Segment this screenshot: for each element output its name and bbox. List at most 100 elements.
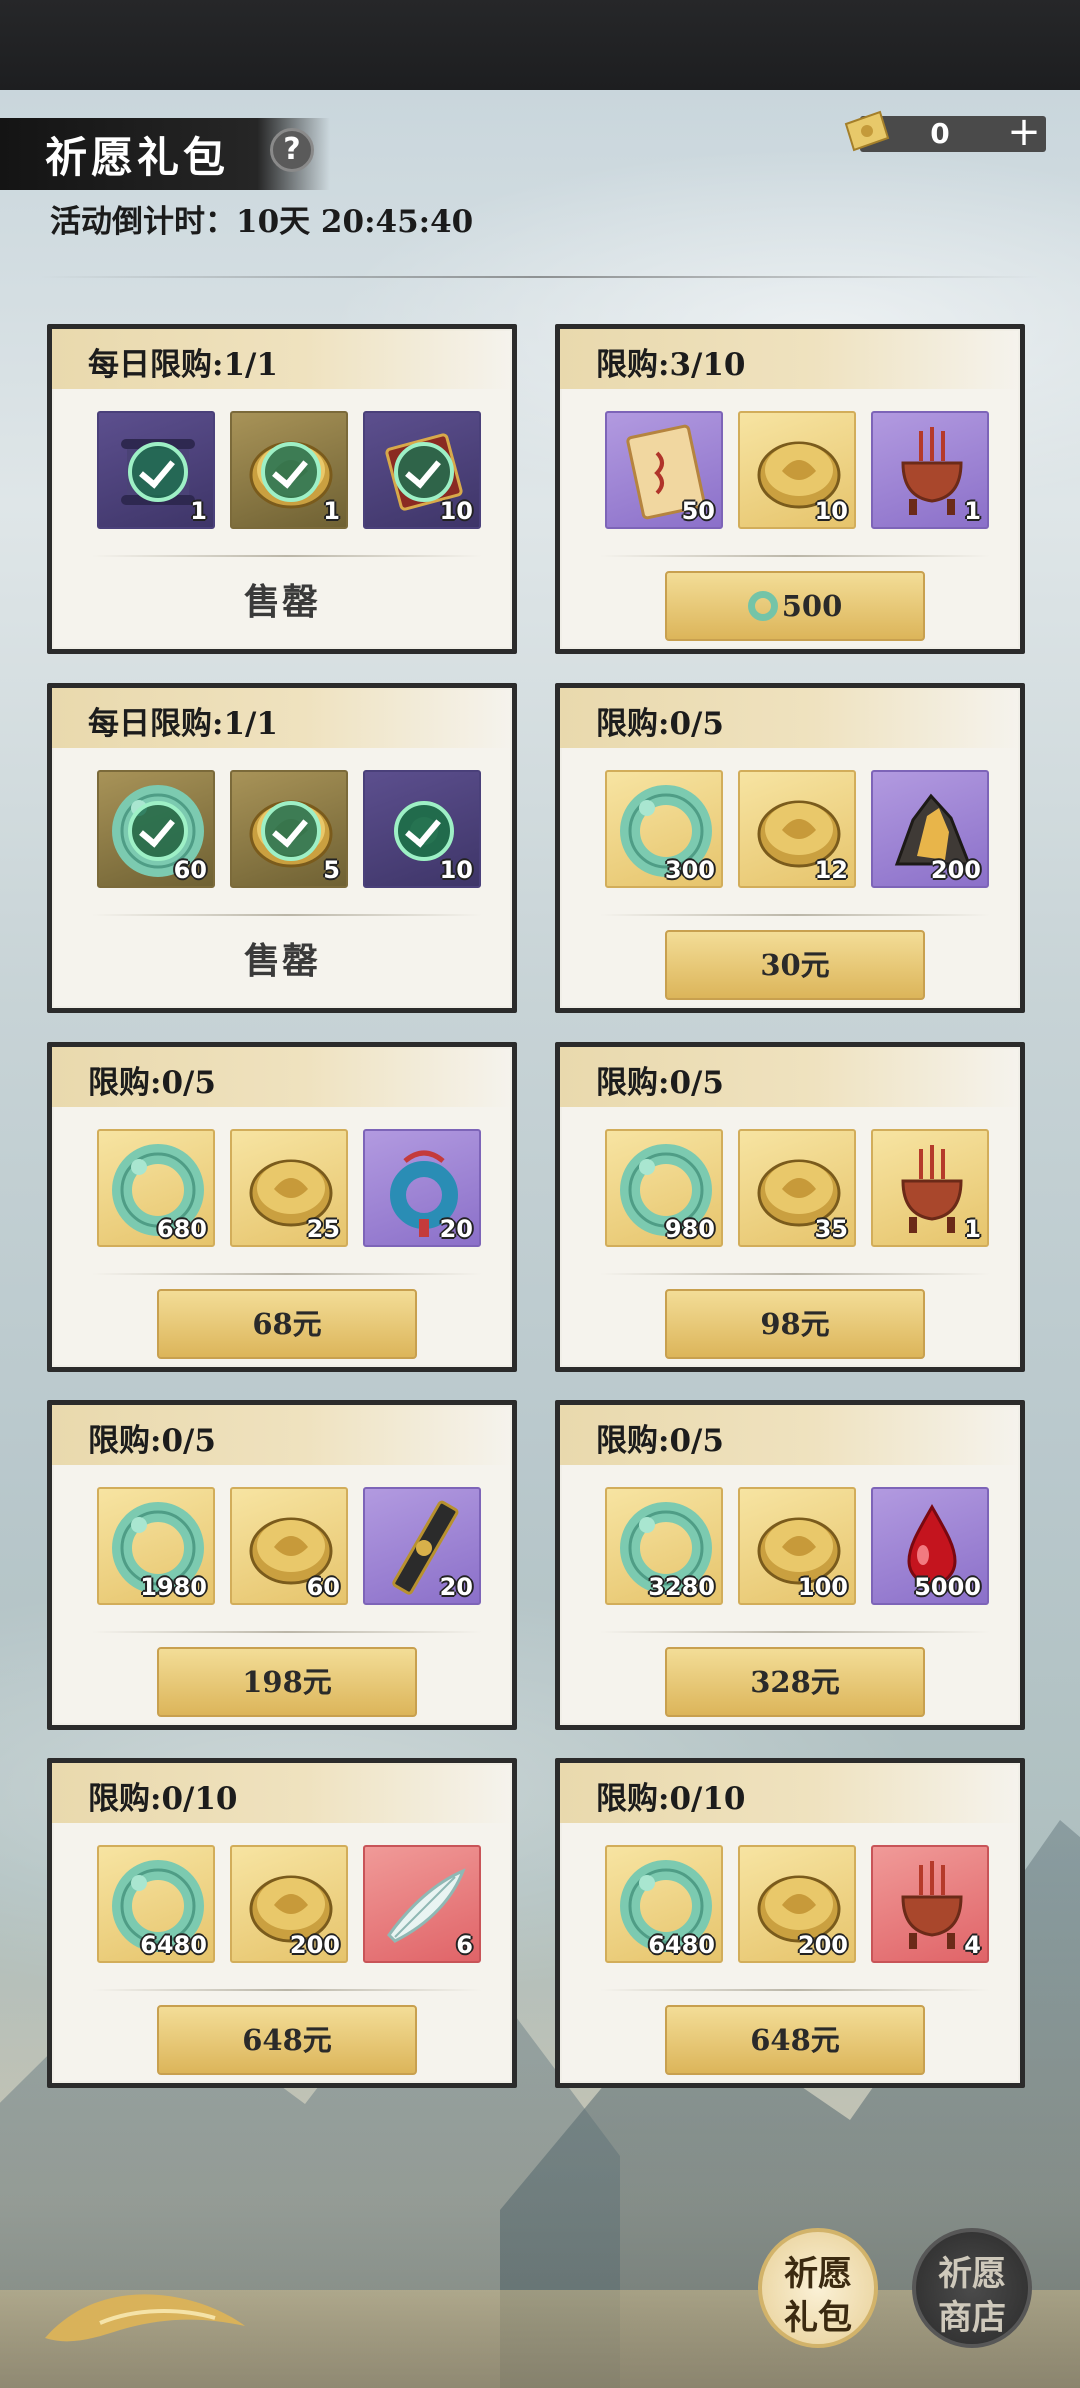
reward-item[interactable]: 20 xyxy=(363,1129,481,1247)
reward-item[interactable]: 980 xyxy=(605,1129,723,1247)
gift-pack-card: 限购:0/10 6480 200 6 648元 xyxy=(47,1758,517,2088)
claimed-check-icon xyxy=(394,801,454,861)
wish-shop-tab[interactable]: 祈愿 商店 xyxy=(912,2228,1032,2348)
reward-items: 6480 200 6 xyxy=(97,1845,487,1963)
reward-item[interactable]: 200 xyxy=(230,1845,348,1963)
item-quantity: 10 xyxy=(814,497,848,525)
gift-pack-card: 限购:0/10 6480 200 4 648元 xyxy=(555,1758,1025,2088)
buy-button[interactable]: 648元 xyxy=(157,2005,417,2075)
buy-button-label: 198元 xyxy=(242,1665,332,1699)
card-divider xyxy=(600,1989,990,1991)
buy-button[interactable]: 328元 xyxy=(665,1647,925,1717)
reward-item[interactable]: 4 xyxy=(871,1845,989,1963)
reward-items: 60 5 10 xyxy=(97,770,487,888)
buy-button[interactable]: 648元 xyxy=(665,2005,925,2075)
top-status-band xyxy=(0,0,1080,90)
gift-pack-card: 每日限购:1/1 60 5 10 售罄 xyxy=(47,683,517,1013)
purchase-limit-label: 限购:0/10 xyxy=(88,1781,238,1817)
reward-item[interactable]: 60 xyxy=(97,770,215,888)
buy-button[interactable]: 198元 xyxy=(157,1647,417,1717)
wish-shop-tab-line2: 商店 xyxy=(938,2298,1006,2338)
reward-item[interactable]: 1980 xyxy=(97,1487,215,1605)
buy-button[interactable]: 68元 xyxy=(157,1289,417,1359)
purchase-limit-label: 限购:0/5 xyxy=(596,706,724,742)
add-currency-button[interactable]: + xyxy=(1004,112,1044,152)
reward-item[interactable]: 100 xyxy=(738,1487,856,1605)
reward-item[interactable]: 1 xyxy=(230,411,348,529)
gift-pack-card: 限购:0/5 3280 100 5000 328元 xyxy=(555,1400,1025,1730)
reward-item[interactable]: 300 xyxy=(605,770,723,888)
item-quantity: 1 xyxy=(190,497,207,525)
item-quantity: 10 xyxy=(439,497,473,525)
reward-item[interactable]: 6 xyxy=(363,1845,481,1963)
item-quantity: 100 xyxy=(797,1573,848,1601)
reward-item[interactable]: 1 xyxy=(871,411,989,529)
claimed-check-icon xyxy=(128,801,188,861)
item-quantity: 6480 xyxy=(140,1931,207,1959)
brush-stroke-icon xyxy=(45,2294,245,2342)
buy-button-label: 68元 xyxy=(252,1307,322,1341)
event-countdown: 活动倒计时：10天 20:45:40 xyxy=(50,204,474,240)
reward-item[interactable]: 5 xyxy=(230,770,348,888)
sold-out-label: 售罄 xyxy=(243,940,320,982)
reward-item[interactable]: 60 xyxy=(230,1487,348,1605)
gift-pack-card: 限购:0/5 300 12 200 30元 xyxy=(555,683,1025,1013)
reward-item[interactable]: 200 xyxy=(871,770,989,888)
item-quantity: 200 xyxy=(930,856,981,884)
ticket-currency-icon xyxy=(844,110,890,152)
item-quantity: 60 xyxy=(173,856,207,884)
reward-item[interactable]: 10 xyxy=(363,411,481,529)
reward-item[interactable]: 25 xyxy=(230,1129,348,1247)
item-quantity: 20 xyxy=(439,1215,473,1243)
reward-items: 50 10 1 xyxy=(605,411,995,529)
claimed-check-icon xyxy=(128,442,188,502)
gift-pack-card: 每日限购:1/1 1 1 10 售罄 xyxy=(47,324,517,654)
purchase-limit-label: 限购:0/5 xyxy=(596,1065,724,1101)
buy-button[interactable]: 30元 xyxy=(665,930,925,1000)
reward-item[interactable]: 1 xyxy=(97,411,215,529)
gift-pack-card: 限购:3/10 50 10 1 500 xyxy=(555,324,1025,654)
item-quantity: 6480 xyxy=(648,1931,715,1959)
buy-button[interactable]: 98元 xyxy=(665,1289,925,1359)
reward-item[interactable]: 20 xyxy=(363,1487,481,1605)
wish-shop-tab-line1: 祈愿 xyxy=(938,2254,1006,2294)
buy-button-label: 500 xyxy=(781,589,843,623)
reward-item[interactable]: 50 xyxy=(605,411,723,529)
reward-items: 6480 200 4 xyxy=(605,1845,995,1963)
reward-items: 3280 100 5000 xyxy=(605,1487,995,1605)
reward-item[interactable]: 6480 xyxy=(97,1845,215,1963)
card-divider xyxy=(600,914,990,916)
item-quantity: 3280 xyxy=(648,1573,715,1601)
reward-item[interactable]: 10 xyxy=(363,770,481,888)
purchase-limit-label: 限购:3/10 xyxy=(596,347,746,383)
item-quantity: 980 xyxy=(664,1215,715,1243)
reward-item[interactable]: 1 xyxy=(871,1129,989,1247)
reward-item[interactable]: 10 xyxy=(738,411,856,529)
buy-button[interactable]: 500 xyxy=(665,571,925,641)
item-quantity: 680 xyxy=(156,1215,207,1243)
card-divider xyxy=(600,1631,990,1633)
reward-item[interactable]: 12 xyxy=(738,770,856,888)
card-divider xyxy=(92,1631,482,1633)
item-quantity: 60 xyxy=(306,1573,340,1601)
reward-item[interactable]: 6480 xyxy=(605,1845,723,1963)
purchase-limit-label: 限购:0/5 xyxy=(88,1065,216,1101)
reward-item[interactable]: 5000 xyxy=(871,1487,989,1605)
card-divider xyxy=(92,1273,482,1275)
reward-item[interactable]: 3280 xyxy=(605,1487,723,1605)
item-quantity: 10 xyxy=(439,856,473,884)
gift-pack-card: 限购:0/5 1980 60 20 198元 xyxy=(47,1400,517,1730)
claimed-check-icon xyxy=(394,442,454,502)
reward-items: 1980 60 20 xyxy=(97,1487,487,1605)
currency-amount: 0 xyxy=(930,117,950,150)
reward-item[interactable]: 200 xyxy=(738,1845,856,1963)
card-divider xyxy=(600,1273,990,1275)
claimed-check-icon xyxy=(261,442,321,502)
reward-item[interactable]: 35 xyxy=(738,1129,856,1247)
card-divider xyxy=(92,1989,482,1991)
buy-button-label: 98元 xyxy=(760,1307,830,1341)
wish-pack-tab[interactable]: 祈愿 礼包 xyxy=(758,2228,878,2348)
reward-item[interactable]: 680 xyxy=(97,1129,215,1247)
purchase-limit-label: 限购:0/5 xyxy=(596,1423,724,1459)
help-button[interactable]: ? xyxy=(270,128,314,172)
